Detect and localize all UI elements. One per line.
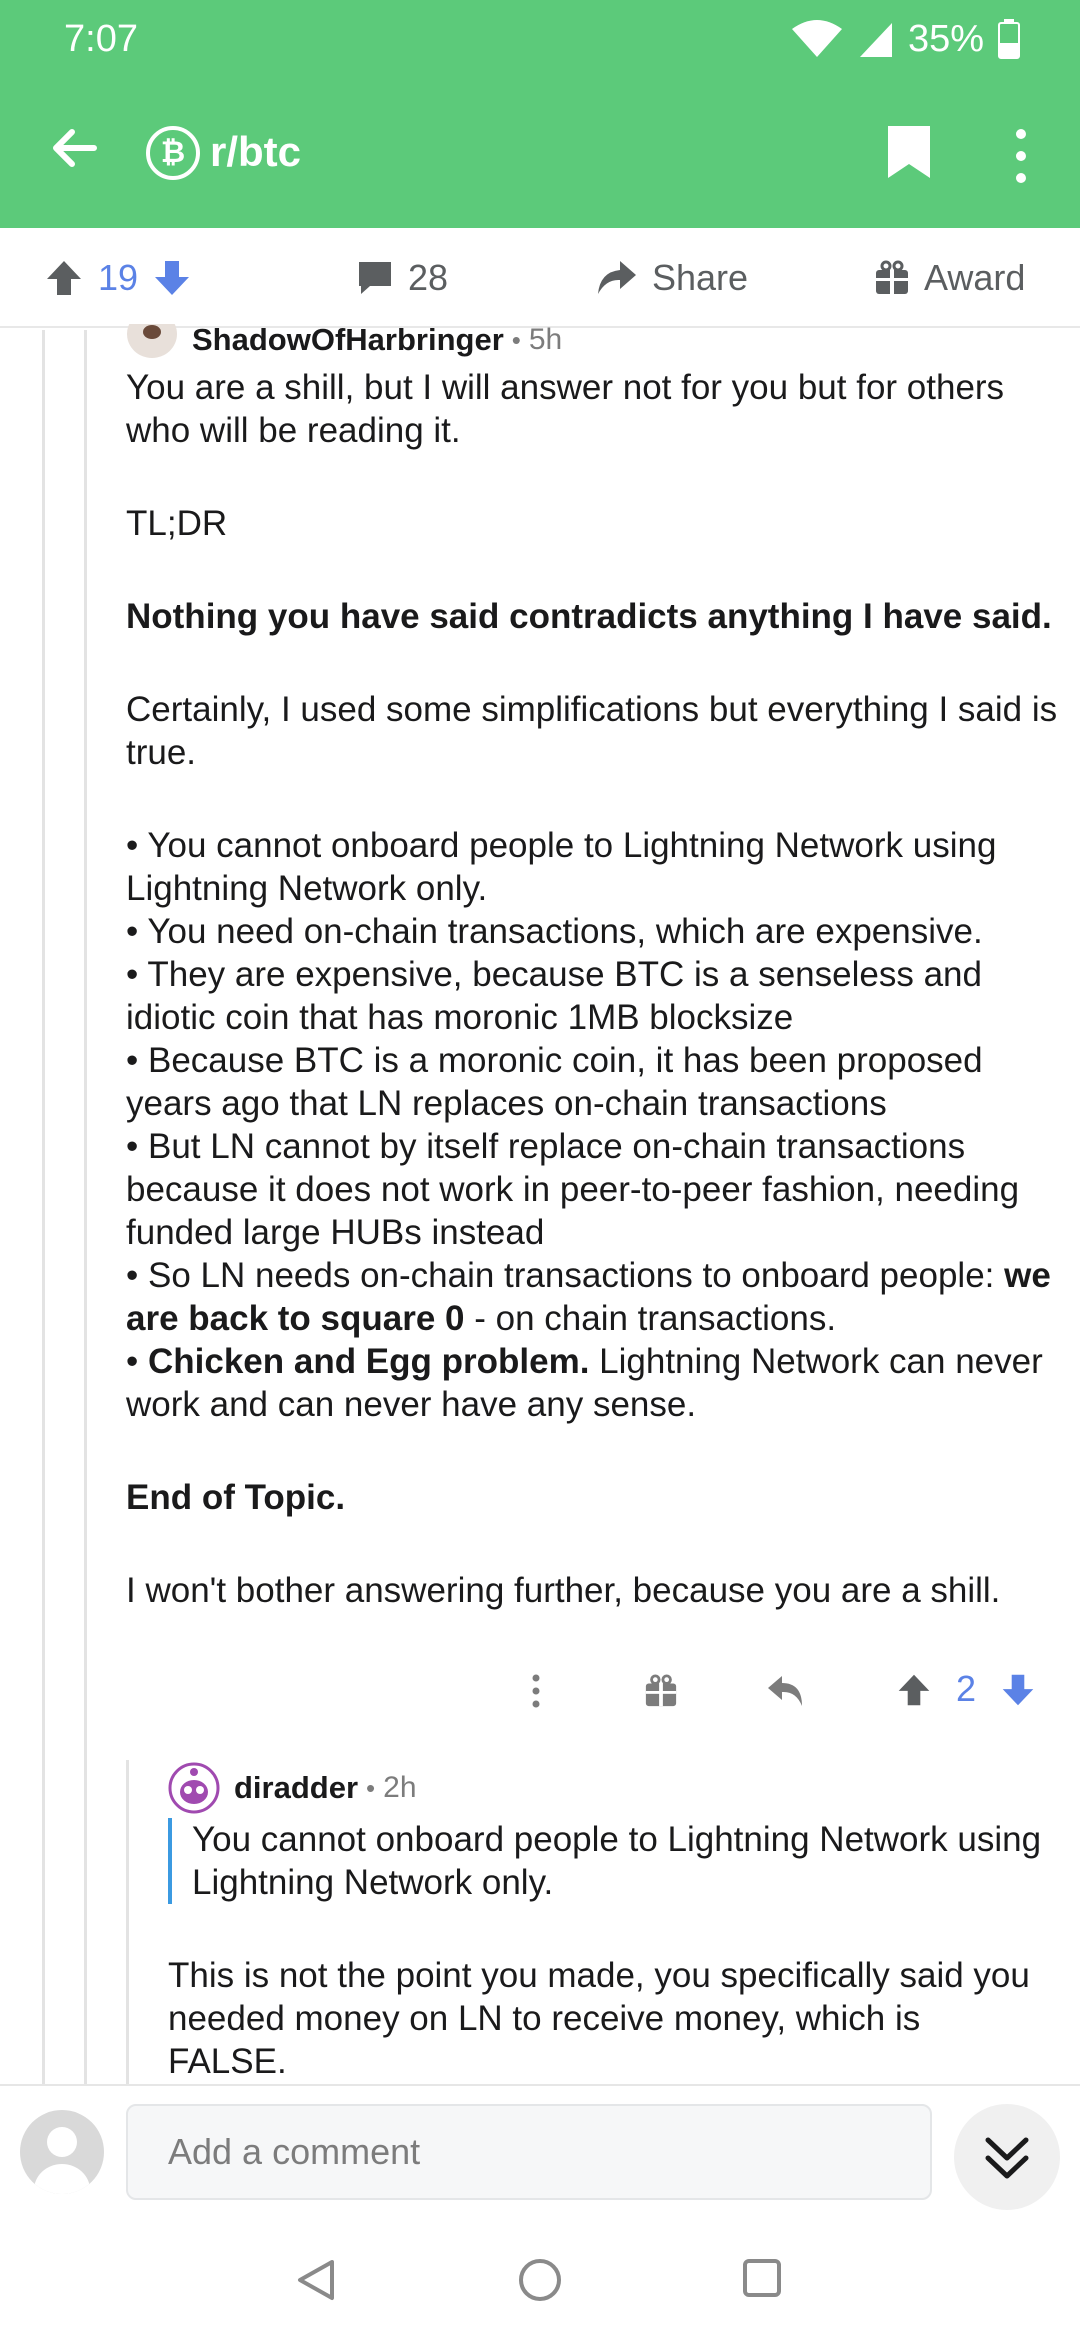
app-header: 7:07 35% ₿ r/btc [0, 0, 1080, 228]
downvote-icon[interactable] [152, 258, 192, 298]
bullet-list: • You cannot onboard people to Lightning… [126, 824, 1066, 1426]
award-button[interactable]: Award [874, 228, 1025, 328]
user-icon [34, 2127, 90, 2194]
bullet-item: • They are expensive, because BTC is a s… [126, 955, 982, 1037]
nav-home-icon[interactable] [518, 2258, 562, 2302]
gift-icon[interactable] [644, 1674, 678, 1708]
comment-count: 28 [408, 257, 449, 298]
comment-paragraph: You are a shill, but I will answer not f… [126, 368, 1005, 450]
bullet-bold: Chicken and Egg problem. [147, 1342, 590, 1381]
double-chevron-down-icon [985, 2137, 1029, 2179]
reply-author[interactable]: diradder [234, 1770, 358, 1806]
reply-age: 2h [383, 1771, 417, 1804]
comment-score: 2 [956, 1668, 977, 1709]
reply-author-row: diradder • 2h [168, 1762, 417, 1814]
subreddit-name[interactable]: r/btc [210, 128, 301, 176]
cell-signal-icon [859, 23, 892, 57]
more-options-icon[interactable] [1006, 126, 1036, 186]
bullet-text: - on chain transactions. [464, 1299, 837, 1338]
bullet-text: • So LN needs on-chain transactions to o… [126, 1256, 1005, 1295]
gift-icon [876, 260, 908, 294]
thread-line[interactable] [42, 330, 45, 2084]
user-avatar[interactable] [20, 2110, 104, 2194]
system-nav-bar [0, 2216, 1080, 2340]
bookmark-icon[interactable] [886, 124, 932, 180]
avatar[interactable] [126, 320, 178, 360]
bullet-item: • Chicken and Egg problem. Lightning Net… [126, 1340, 1066, 1426]
reply-body: You cannot onboard people to Lightning N… [168, 1818, 1048, 2083]
blockquote: You cannot onboard people to Lightning N… [168, 1818, 1048, 1904]
upvote-icon[interactable] [896, 1672, 932, 1708]
comments-button[interactable]: 28 [356, 228, 448, 328]
bullet-item: • So LN needs on-chain transactions to o… [126, 1254, 1066, 1340]
post-action-bar: 19 28 Share Award [0, 228, 1080, 328]
comment-paragraph: I won't bother answering further, becaus… [126, 1571, 1001, 1610]
status-time: 7:07 [64, 18, 138, 60]
subreddit-icon: ₿ [146, 126, 200, 180]
nav-recents-icon[interactable] [742, 2258, 782, 2298]
separator-dot: • [511, 324, 521, 355]
share-label: Share [652, 257, 749, 298]
award-label: Award [924, 257, 1026, 298]
bullet-item: • You cannot onboard people to Lightning… [126, 826, 997, 908]
status-icons: 35% [790, 14, 1020, 64]
thread-line[interactable] [84, 330, 87, 2084]
share-button[interactable]: Share [596, 228, 748, 328]
bullet-item: • Because BTC is a moronic coin, it has … [126, 1041, 983, 1123]
comment-paragraph: Certainly, I used some simplifications b… [126, 690, 1058, 772]
comment-paragraph: End of Topic. [126, 1478, 346, 1517]
comment-age: 5h [528, 323, 563, 356]
battery-percent: 35% [907, 17, 984, 60]
thread-line[interactable] [126, 1760, 129, 2084]
comment-input[interactable]: Add a comment [126, 2104, 932, 2200]
share-icon [598, 261, 636, 294]
bullet-item: • You need on-chain transactions, which … [126, 912, 983, 951]
vote-group: 19 [44, 228, 192, 328]
comment-author-row: ShadowOfHarbringer • 5h [126, 320, 562, 360]
bullet-text: • [126, 1342, 148, 1381]
bullet-item: • But LN cannot by itself replace on-cha… [126, 1127, 1020, 1252]
jump-down-button[interactable] [954, 2104, 1060, 2210]
comment-composer: Add a comment [0, 2084, 1080, 2216]
comment-author[interactable]: ShadowOfHarbringer [192, 322, 504, 358]
downvote-icon[interactable] [1000, 1672, 1036, 1708]
avatar[interactable] [168, 1762, 220, 1814]
comment-icon [359, 262, 391, 294]
back-arrow-icon[interactable] [44, 118, 104, 178]
comment-actions: 2 [500, 1660, 1060, 1720]
nav-back-icon[interactable] [296, 2258, 336, 2302]
upvote-icon[interactable] [44, 258, 84, 298]
wifi-icon [791, 20, 842, 57]
comment-body: You are a shill, but I will answer not f… [126, 366, 1066, 1612]
separator-dot: • [366, 1772, 376, 1803]
comment-paragraph: Nothing you have said contradicts anythi… [126, 597, 1052, 636]
comment-paragraph: TL;DR [126, 504, 228, 543]
battery-icon [998, 19, 1020, 59]
reply-paragraph: This is not the point you made, you spec… [168, 1956, 1030, 2081]
vote-count: 19 [98, 257, 139, 298]
reply-icon[interactable] [766, 1674, 806, 1708]
more-options-icon[interactable] [530, 1674, 542, 1708]
